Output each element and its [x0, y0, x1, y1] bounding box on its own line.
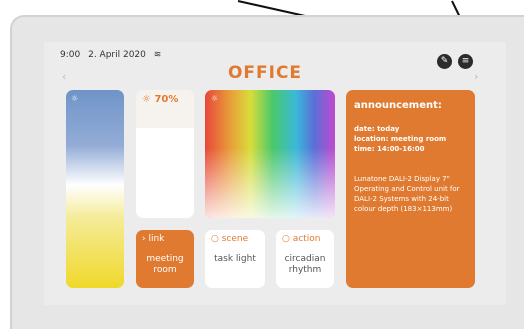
- edit-icon[interactable]: ✎: [437, 54, 452, 69]
- dimmer-value: ☼ 70%: [142, 94, 179, 105]
- menu-icon[interactable]: ≡: [458, 54, 473, 69]
- status-bar: 9:00 2. April 2020 ≋: [60, 50, 166, 60]
- sun-icon: ☼: [211, 94, 219, 103]
- announcement-date: date: today: [354, 125, 400, 133]
- announcement-time: time: 14:00-16:00: [354, 145, 425, 153]
- dimmer-slider[interactable]: ☼ 70%: [136, 90, 194, 218]
- page-title: OFFICE: [227, 63, 303, 83]
- announcement-panel: announcement: date: today location: meet…: [346, 90, 475, 288]
- saturation-overlay: [205, 90, 335, 218]
- scene-label: task light: [214, 254, 256, 264]
- link-head: › link: [142, 234, 165, 244]
- announcement-location: location: meeting room: [354, 135, 447, 143]
- scene-head: ○ scene: [211, 234, 249, 244]
- sun-icon: ☼: [71, 94, 79, 103]
- prev-page-chevron-icon[interactable]: ‹: [62, 70, 66, 83]
- action-label: circadian rhythm: [284, 254, 326, 275]
- announcement-heading: announcement:: [354, 100, 442, 111]
- link-label: meeting room: [146, 254, 184, 275]
- date: 2. April 2020: [88, 50, 146, 60]
- colour-picker[interactable]: ☼: [205, 90, 335, 218]
- colour-temperature-slider[interactable]: ☼: [66, 90, 124, 288]
- action-button[interactable]: ○ action circadian rhythm: [276, 230, 334, 288]
- time: 9:00: [60, 50, 81, 60]
- action-head: ○ action: [282, 234, 321, 244]
- announcement-meta: date: today location: meeting room time:…: [354, 124, 446, 154]
- scene-button[interactable]: ○ scene task light: [205, 230, 265, 288]
- next-page-chevron-icon[interactable]: ›: [474, 70, 478, 83]
- wifi-icon: ≋: [153, 50, 162, 60]
- link-button[interactable]: › link meeting room: [136, 230, 194, 288]
- announcement-body: Lunatone DALI-2 Display 7" Operating and…: [354, 175, 460, 213]
